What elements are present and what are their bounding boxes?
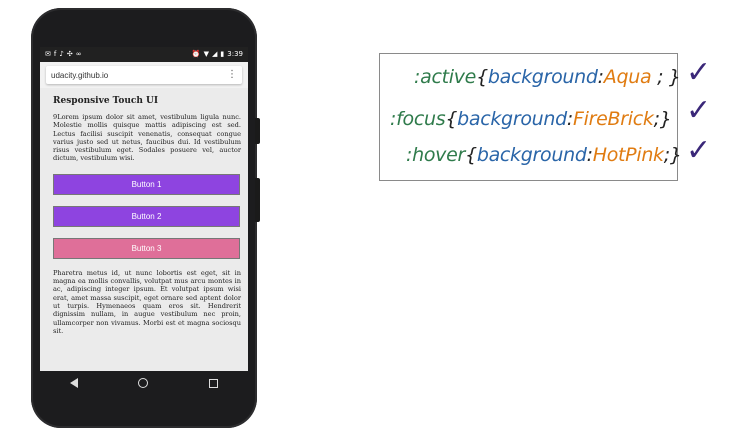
url-bar[interactable]: udacity.github.io ⋮: [46, 66, 242, 84]
button-1[interactable]: Button 1: [53, 173, 240, 195]
status-bar: ✉ f ♪ ✣ ∞ ⏰ ▼ ◢ ▮ 3:39: [40, 47, 248, 62]
button-2[interactable]: Button 2: [53, 205, 240, 227]
status-left-icons: ✉ f ♪ ✣ ∞: [45, 51, 82, 58]
phone-power-button: [255, 178, 260, 222]
url-text[interactable]: udacity.github.io: [51, 71, 108, 80]
voicemail-icon: ∞: [75, 50, 82, 58]
checkmark-hover-icon: ✓: [686, 133, 712, 168]
page-title: Responsive Touch UI: [53, 96, 159, 106]
pinwheel-icon: ✣: [66, 50, 73, 58]
paragraph-1: 9Lorem ipsum dolor sit amet, vestibulum …: [53, 113, 241, 163]
button-group: Button 1 Button 2 Button 3: [53, 173, 241, 259]
phone-volume-button: [255, 118, 260, 144]
css-rule-hover: :hover{background:HotPink;}: [406, 144, 682, 166]
css-rules-box: :active{background:Aqua ; } :focus{backg…: [379, 53, 682, 181]
battery-icon: ▮: [220, 50, 225, 58]
phone-screen: ✉ f ♪ ✣ ∞ ⏰ ▼ ◢ ▮ 3:39 udacity.github.io…: [40, 47, 248, 371]
signal-icon: ◢: [212, 50, 218, 58]
browser-menu-icon[interactable]: ⋮: [227, 70, 237, 80]
browser-toolbar: udacity.github.io ⋮: [40, 62, 248, 88]
home-icon[interactable]: [138, 378, 149, 388]
css-rule-active: :active{background:Aqua ; }: [414, 66, 681, 88]
paragraph-2: Pharetra metus id, ut nunc lobortis est …: [53, 268, 241, 335]
mail-icon: ✉: [45, 50, 51, 58]
checkmark-focus-icon: ✓: [686, 93, 712, 128]
css-rule-focus: :focus{background:FireBrick;}: [390, 108, 672, 130]
android-nav-bar: [40, 371, 248, 395]
facebook-icon: f: [53, 50, 57, 58]
status-right-icons: ⏰ ▼ ◢ ▮ 3:39: [192, 51, 243, 58]
page-content: Responsive Touch UI 9Lorem ipsum dolor s…: [53, 96, 241, 335]
checkmark-active-icon: ✓: [686, 55, 712, 90]
twitter-icon: ♪: [59, 50, 64, 58]
back-icon[interactable]: [70, 378, 79, 388]
status-time: 3:39: [227, 50, 243, 58]
button-3[interactable]: Button 3: [53, 237, 240, 259]
wifi-icon: ▼: [203, 50, 210, 58]
alarm-icon: ⏰: [191, 50, 201, 58]
recent-apps-icon[interactable]: [208, 378, 218, 388]
